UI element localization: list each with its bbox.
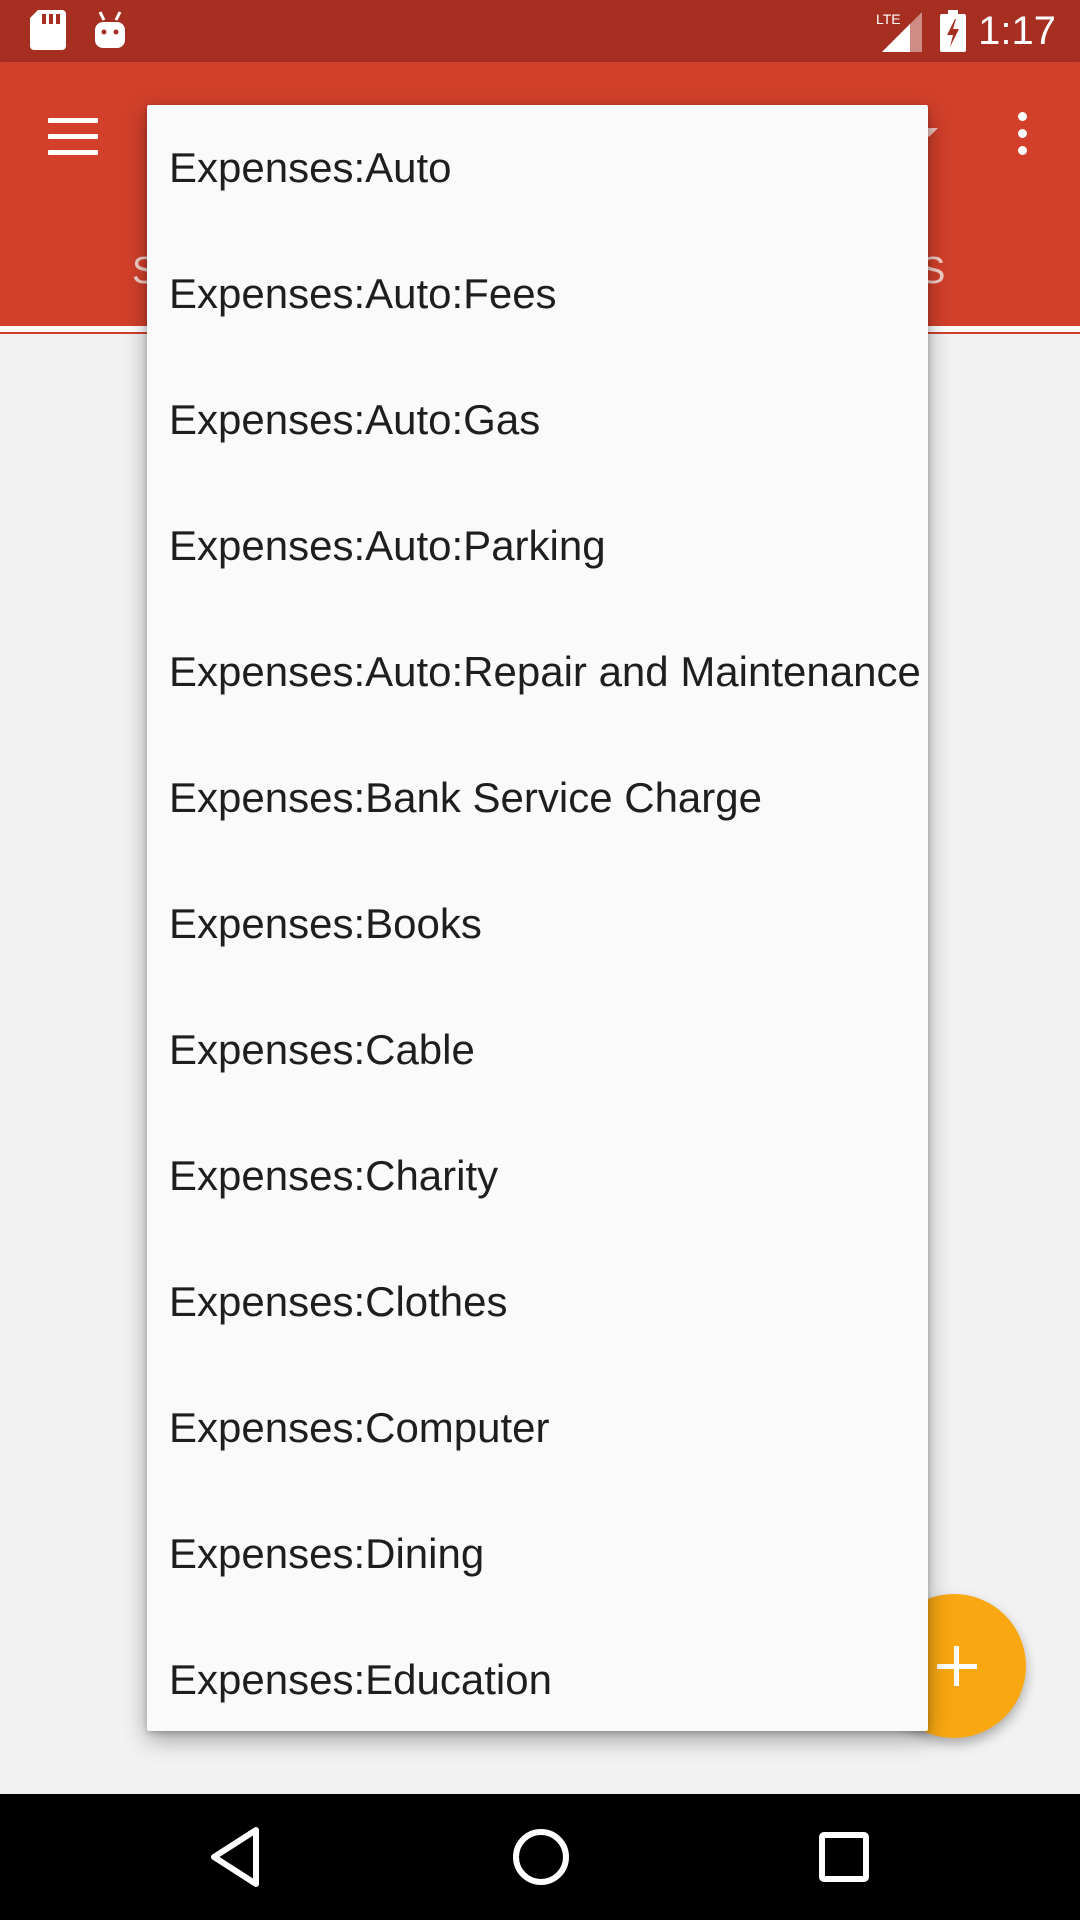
back-icon[interactable] (206, 1824, 266, 1890)
dropdown-item[interactable]: Expenses:Auto:Parking (147, 483, 928, 609)
hamburger-menu-icon[interactable] (48, 118, 98, 156)
dropdown-item[interactable]: Expenses:Clothes (147, 1239, 928, 1365)
dropdown-item[interactable]: Expenses:Auto:Repair and Maintenance (147, 609, 928, 735)
svg-text:LTE: LTE (876, 11, 901, 27)
recents-icon[interactable] (814, 1824, 874, 1890)
dropdown-item[interactable]: Expenses:Dining (147, 1491, 928, 1617)
dropdown-item[interactable]: Expenses:Charity (147, 1113, 928, 1239)
signal-icon: LTE (876, 11, 922, 52)
more-vert-icon[interactable] (1012, 112, 1032, 164)
android-debug-icon (95, 11, 125, 48)
dropdown-item[interactable]: Expenses:Auto:Gas (147, 357, 928, 483)
sd-card-icon (30, 10, 66, 50)
dropdown-item[interactable]: Expenses:Books (147, 861, 928, 987)
dropdown-item[interactable]: Expenses:Computer (147, 1365, 928, 1491)
dropdown-item[interactable]: Expenses:Auto:Fees (147, 231, 928, 357)
dropdown-item[interactable]: Expenses:Education (147, 1617, 928, 1731)
dropdown-item[interactable]: Expenses:Cable (147, 987, 928, 1113)
navigation-bar (0, 1794, 1080, 1920)
dropdown-item[interactable]: Expenses:Bank Service Charge (147, 735, 928, 861)
clock: 1:17 (978, 9, 1056, 53)
account-dropdown-popup: Expenses:Auto Expenses:Auto:Fees Expense… (147, 105, 928, 1731)
dropdown-item[interactable]: Expenses:Auto (147, 105, 928, 231)
status-bar: LTE 1:17 (0, 0, 1080, 62)
home-icon[interactable] (508, 1824, 574, 1890)
battery-charging-icon (940, 10, 966, 52)
